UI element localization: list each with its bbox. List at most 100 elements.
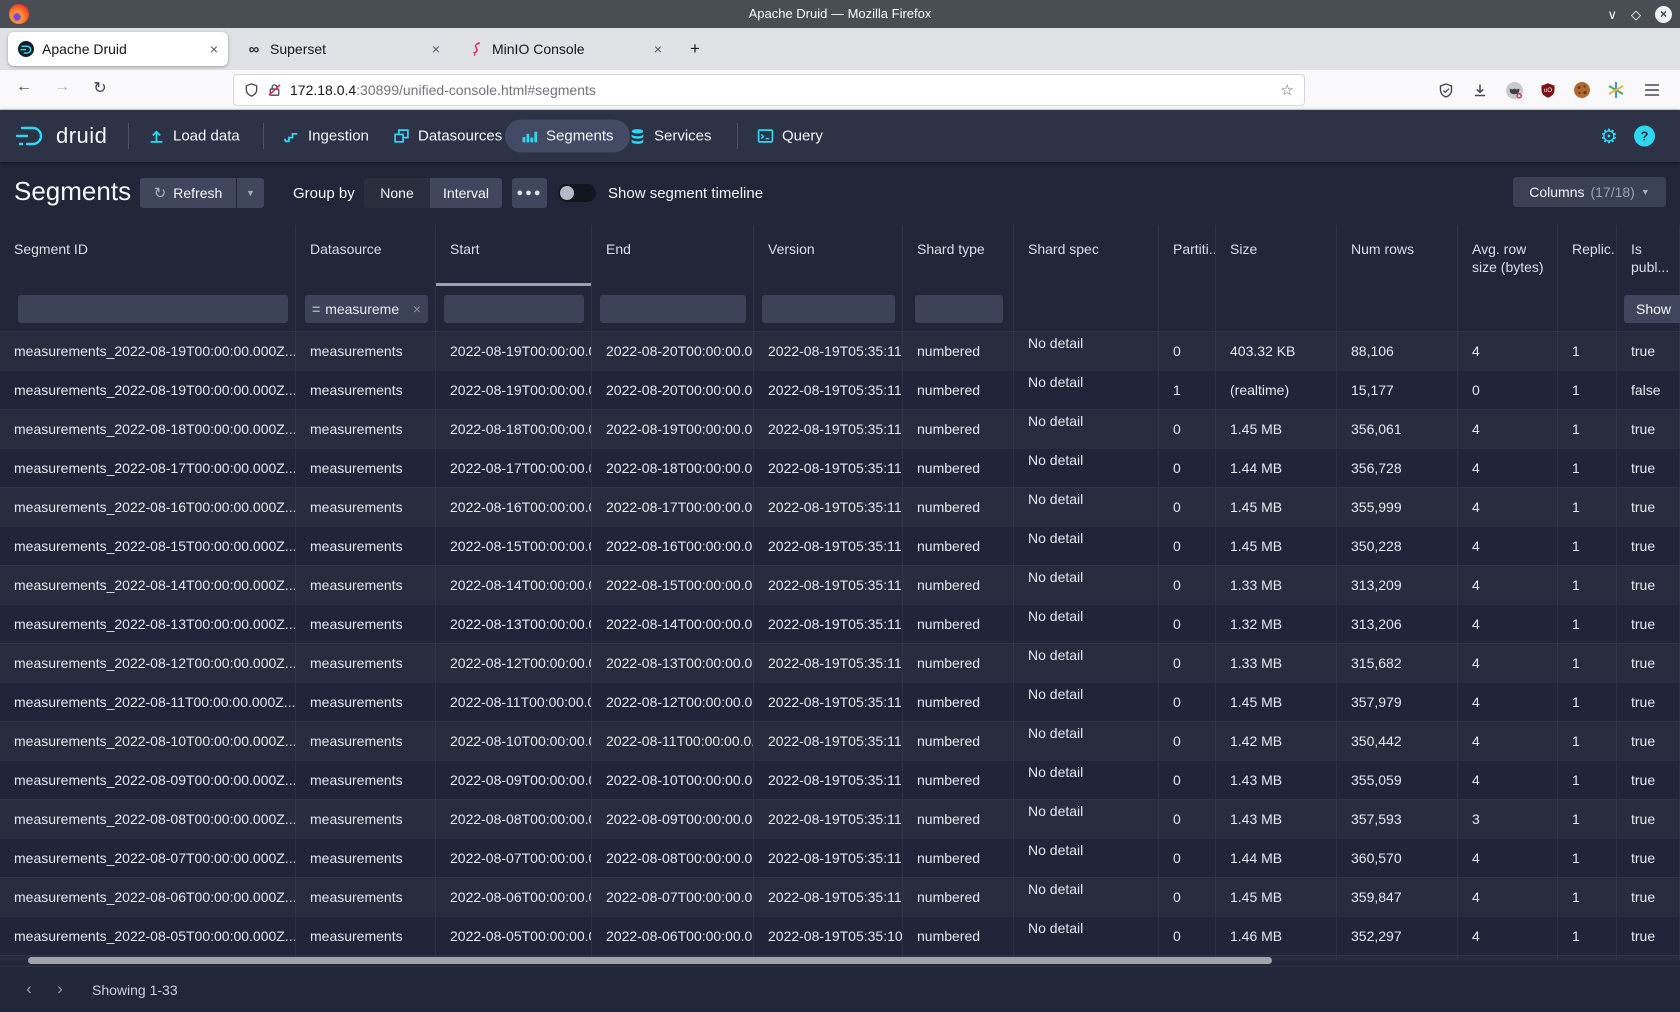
downloads-icon[interactable] (1470, 80, 1490, 100)
back-icon[interactable]: ← (12, 78, 36, 96)
table-row[interactable]: measurements_2022-08-15T00:00:00.000Z...… (0, 526, 1680, 565)
show-filter-button[interactable]: Show (1624, 295, 1680, 323)
cell-is_published: true (1617, 683, 1680, 721)
column-header-end[interactable]: End (592, 225, 754, 286)
cell-end: 2022-08-17T00:00:00.0... (592, 488, 754, 526)
window-restore-icon[interactable]: ◇ (1631, 8, 1641, 21)
filter-input-start[interactable] (444, 295, 584, 323)
druid-logo[interactable]: druid (14, 123, 107, 149)
filter-input-version[interactable] (762, 295, 895, 323)
segment-timeline-toggle[interactable] (558, 184, 596, 202)
table-row[interactable]: measurements_2022-08-08T00:00:00.000Z...… (0, 799, 1680, 838)
proxy-mask-icon[interactable] (1504, 80, 1524, 100)
column-header-version[interactable]: Version (754, 225, 903, 286)
filter-input-datasource[interactable]: =measureme× (305, 295, 428, 323)
cell-replication: 1 (1558, 566, 1617, 604)
druid-wordmark: druid (56, 123, 107, 149)
column-header-is_published[interactable]: Is publ... (1617, 225, 1680, 286)
cell-version: 2022-08-19T05:35:11.8... (754, 410, 903, 448)
refresh-button[interactable]: ↻ Refresh (140, 178, 236, 208)
filter-input-end[interactable] (600, 295, 746, 323)
table-row[interactable]: measurements_2022-08-19T00:00:00.000Z...… (0, 370, 1680, 409)
table-row[interactable]: measurements_2022-08-07T00:00:00.000Z...… (0, 838, 1680, 877)
column-header-segment_id[interactable]: Segment ID (0, 225, 296, 286)
container-snowflake-icon[interactable] (1606, 80, 1626, 100)
url-bar[interactable]: 172.18.0.4:30899/unified-console.html#se… (233, 74, 1305, 106)
insecure-lock-icon[interactable] (267, 82, 282, 98)
filter-input-segment_id[interactable] (18, 295, 288, 323)
table-row[interactable]: measurements_2022-08-13T00:00:00.000Z...… (0, 604, 1680, 643)
table-row[interactable]: measurements_2022-08-16T00:00:00.000Z...… (0, 487, 1680, 526)
table-row[interactable]: measurements_2022-08-18T00:00:00.000Z...… (0, 409, 1680, 448)
services-icon (629, 128, 646, 145)
settings-gear-icon[interactable]: ⚙ (1600, 126, 1618, 146)
cell-end: 2022-08-08T00:00:00.0... (592, 839, 754, 877)
column-header-replication[interactable]: Replic... (1558, 225, 1617, 286)
table-row[interactable]: measurements_2022-08-12T00:00:00.000Z...… (0, 643, 1680, 682)
hamburger-menu-icon[interactable] (1642, 80, 1662, 100)
tab-close-icon[interactable]: × (646, 41, 662, 57)
bookmark-star-icon[interactable]: ☆ (1281, 81, 1294, 99)
clear-filter-icon[interactable]: × (413, 301, 421, 317)
cell-avg_row_size: 4 (1458, 410, 1558, 448)
cell-size: 1.43 MB (1216, 761, 1337, 799)
nav-item-query[interactable]: Query (757, 128, 823, 145)
more-options-button[interactable]: ●●● (512, 178, 547, 208)
window-minimize-icon[interactable]: ∨ (1607, 8, 1617, 21)
shield-permissions-icon[interactable] (244, 82, 259, 98)
screen: Apache Druid — Mozilla Firefox ∨ ◇ × Apa… (0, 0, 1680, 1012)
table-row[interactable]: measurements_2022-08-14T00:00:00.000Z...… (0, 565, 1680, 604)
prev-page-icon[interactable]: ‹ (20, 979, 38, 999)
nav-item-services[interactable]: Services (629, 128, 712, 145)
column-header-start[interactable]: Start (436, 225, 592, 286)
column-header-shard_type[interactable]: Shard type (903, 225, 1014, 286)
table-row[interactable]: measurements_2022-08-10T00:00:00.000Z...… (0, 721, 1680, 760)
columns-button[interactable]: Columns (17/18) ▼ (1513, 177, 1666, 207)
nav-item-segments-active[interactable]: Segments (505, 120, 630, 153)
nav-item-datasources[interactable]: Datasources (393, 128, 502, 145)
table-row[interactable]: measurements_2022-08-11T00:00:00.000Z...… (0, 682, 1680, 721)
next-page-icon[interactable]: › (51, 979, 69, 999)
group-by-none-button[interactable]: None (364, 178, 430, 208)
refresh-dropdown-button[interactable]: ▼ (237, 178, 264, 208)
protection-shield-icon[interactable] (1436, 80, 1456, 100)
cell-shard_spec: No detail (1014, 839, 1159, 877)
nav-item-ingestion[interactable]: Ingestion (283, 128, 369, 145)
column-header-datasource[interactable]: Datasource (296, 225, 436, 286)
ublock-icon[interactable]: uO (1538, 80, 1558, 100)
cell-avg_row_size: 4 (1458, 878, 1558, 916)
table-row[interactable]: measurements_2022-08-17T00:00:00.000Z...… (0, 448, 1680, 487)
tab-superset[interactable]: ∞ Superset × (236, 32, 450, 66)
cell-shard_type: numbered (903, 527, 1014, 565)
window-close-icon[interactable]: × (1655, 6, 1672, 23)
cell-end: 2022-08-06T00:00:00.0... (592, 917, 754, 955)
column-header-size[interactable]: Size (1216, 225, 1337, 286)
group-by-interval-button[interactable]: Interval (430, 178, 502, 208)
cell-shard_type: numbered (903, 488, 1014, 526)
new-tab-button[interactable]: + (682, 36, 708, 62)
help-icon[interactable]: ? (1634, 126, 1655, 147)
minio-favicon-icon (468, 41, 484, 57)
cookie-icon[interactable] (1572, 80, 1592, 100)
column-header-shard_spec[interactable]: Shard spec (1014, 225, 1159, 286)
tab-close-icon[interactable]: × (202, 41, 218, 57)
cell-segment_id: measurements_2022-08-07T00:00:00.000Z... (0, 839, 296, 877)
tab-apache-druid[interactable]: Apache Druid × (8, 32, 228, 66)
cell-datasource: measurements (296, 527, 436, 565)
horizontal-scrollbar[interactable] (28, 957, 1272, 964)
column-header-avg_row_size[interactable]: Avg. row size (bytes) (1458, 225, 1558, 286)
column-header-num_rows[interactable]: Num rows (1337, 225, 1458, 286)
cell-version: 2022-08-19T05:35:11.2... (754, 722, 903, 760)
table-row[interactable]: measurements_2022-08-09T00:00:00.000Z...… (0, 760, 1680, 799)
tab-close-icon[interactable]: × (424, 41, 440, 57)
column-header-partition[interactable]: Partiti... (1159, 225, 1216, 286)
tab-minio[interactable]: MinIO Console × (458, 32, 672, 66)
nav-item-load-data[interactable]: Load data (148, 128, 240, 145)
reload-icon[interactable]: ↻ (88, 78, 112, 97)
table-row[interactable]: measurements_2022-08-05T00:00:00.000Z...… (0, 916, 1680, 955)
cell-size: 1.42 MB (1216, 722, 1337, 760)
table-row[interactable]: measurements_2022-08-19T00:00:00.000Z...… (0, 331, 1680, 370)
table-row[interactable]: measurements_2022-08-06T00:00:00.000Z...… (0, 877, 1680, 916)
filter-input-shard_type[interactable] (915, 295, 1003, 323)
cell-num_rows: 350,442 (1337, 722, 1458, 760)
